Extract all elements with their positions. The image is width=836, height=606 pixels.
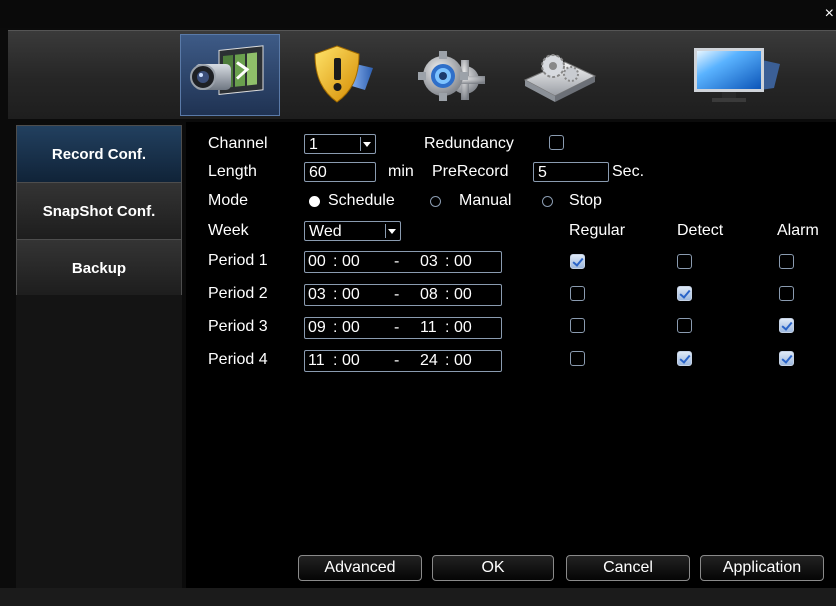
period-time-range: 09 : 00 - 11 : 00	[304, 317, 502, 339]
info-monitor-icon	[694, 48, 780, 102]
title-bar: ×	[0, 0, 836, 28]
end-hour-field[interactable]: 03	[420, 252, 438, 272]
sidebar-empty-area	[16, 295, 182, 588]
end-minute-field[interactable]: 00	[454, 318, 472, 338]
mode-stop-label: Stop	[569, 192, 602, 209]
length-label: Length	[208, 163, 257, 180]
end-minute-field[interactable]: 00	[454, 252, 472, 272]
period-label: Period 1	[208, 252, 268, 269]
range-separator: -	[394, 286, 400, 303]
redundancy-checkbox[interactable]	[549, 135, 564, 150]
period-label: Period 4	[208, 351, 268, 368]
mode-schedule-label: Schedule	[328, 192, 395, 209]
period-label: Period 2	[208, 285, 268, 302]
advanced-settings-icon	[523, 54, 597, 102]
period-time-range: 03 : 00 - 08 : 00	[304, 284, 502, 306]
end-minute-field[interactable]: 00	[454, 351, 472, 371]
start-hour-field[interactable]: 00	[308, 252, 326, 272]
toolbar-system-button[interactable]	[398, 34, 498, 116]
end-minute-field[interactable]: 00	[454, 285, 472, 305]
mode-schedule-radio[interactable]	[309, 196, 320, 207]
range-separator: -	[394, 352, 400, 369]
start-hour-field[interactable]: 09	[308, 318, 326, 338]
system-gear-icon	[418, 51, 485, 101]
sidebar-item-backup[interactable]: Backup	[16, 239, 182, 297]
week-label: Week	[208, 222, 249, 239]
start-minute-field[interactable]: 00	[342, 318, 360, 338]
close-icon[interactable]: ×	[825, 6, 834, 22]
ok-button[interactable]: OK	[432, 555, 554, 581]
length-unit: min	[388, 163, 414, 180]
start-minute-field[interactable]: 00	[342, 285, 360, 305]
period-1-regular-checkbox[interactable]	[570, 254, 585, 269]
period-time-range: 00 : 00 - 03 : 00	[304, 251, 502, 273]
period-2-detect-checkbox[interactable]	[677, 286, 692, 301]
week-select[interactable]: Wed	[304, 221, 401, 241]
channel-value: 1	[309, 136, 318, 153]
end-hour-field[interactable]: 08	[420, 285, 438, 305]
main-toolbar	[8, 30, 836, 119]
cancel-button[interactable]: Cancel	[566, 555, 690, 581]
period-3-regular-checkbox[interactable]	[570, 318, 585, 333]
alarm-shield-icon	[314, 45, 373, 103]
start-minute-field[interactable]: 00	[342, 351, 360, 371]
column-header-regular: Regular	[569, 222, 626, 239]
mode-manual-radio[interactable]	[430, 196, 441, 207]
mode-manual-label: Manual	[459, 192, 512, 209]
start-hour-field[interactable]: 03	[308, 285, 326, 305]
period-4-detect-checkbox[interactable]	[677, 351, 692, 366]
redundancy-label: Redundancy	[424, 135, 514, 152]
period-label: Period 3	[208, 318, 268, 335]
end-hour-field[interactable]: 11	[420, 318, 437, 338]
application-button[interactable]: Application	[700, 555, 824, 581]
advanced-button[interactable]: Advanced	[298, 555, 422, 581]
sidebar-item-record-conf[interactable]: Record Conf.	[16, 125, 182, 182]
channel-select[interactable]: 1	[304, 134, 376, 154]
chevron-down-icon	[385, 224, 398, 238]
period-2-regular-checkbox[interactable]	[570, 286, 585, 301]
length-input[interactable]: 60	[304, 162, 376, 182]
period-time-range: 11 : 00 - 24 : 00	[304, 350, 502, 372]
channel-label: Channel	[208, 135, 268, 152]
start-hour-field[interactable]: 11	[308, 351, 325, 371]
prerecord-input[interactable]: 5	[533, 162, 609, 182]
sidebar: Record Conf. SnapShot Conf. Backup	[16, 125, 182, 297]
sidebar-item-snapshot-conf[interactable]: SnapShot Conf.	[16, 182, 182, 239]
prerecord-label: PreRecord	[432, 163, 509, 180]
period-3-detect-checkbox[interactable]	[677, 318, 692, 333]
mode-label: Mode	[208, 192, 249, 209]
period-3-alarm-checkbox[interactable]	[779, 318, 794, 333]
week-value: Wed	[309, 223, 342, 240]
column-header-detect: Detect	[677, 222, 724, 239]
period-1-alarm-checkbox[interactable]	[779, 254, 794, 269]
toolbar-info-button[interactable]	[688, 34, 788, 116]
toolbar-alarm-button[interactable]	[290, 34, 390, 116]
bottom-strip	[0, 588, 836, 606]
prerecord-unit: Sec.	[612, 163, 645, 180]
period-2-alarm-checkbox[interactable]	[779, 286, 794, 301]
period-4-alarm-checkbox[interactable]	[779, 351, 794, 366]
chevron-down-icon	[360, 137, 373, 151]
toolbar-advanced-button[interactable]	[508, 34, 608, 116]
end-hour-field[interactable]: 24	[420, 351, 438, 371]
mode-stop-radio[interactable]	[542, 196, 553, 207]
toolbar-record-button[interactable]	[180, 34, 280, 116]
start-minute-field[interactable]: 00	[342, 252, 360, 272]
range-separator: -	[394, 319, 400, 336]
record-camera-icon	[190, 45, 264, 95]
range-separator: -	[394, 253, 400, 270]
period-4-regular-checkbox[interactable]	[570, 351, 585, 366]
column-header-alarm: Alarm	[777, 222, 819, 239]
period-1-detect-checkbox[interactable]	[677, 254, 692, 269]
